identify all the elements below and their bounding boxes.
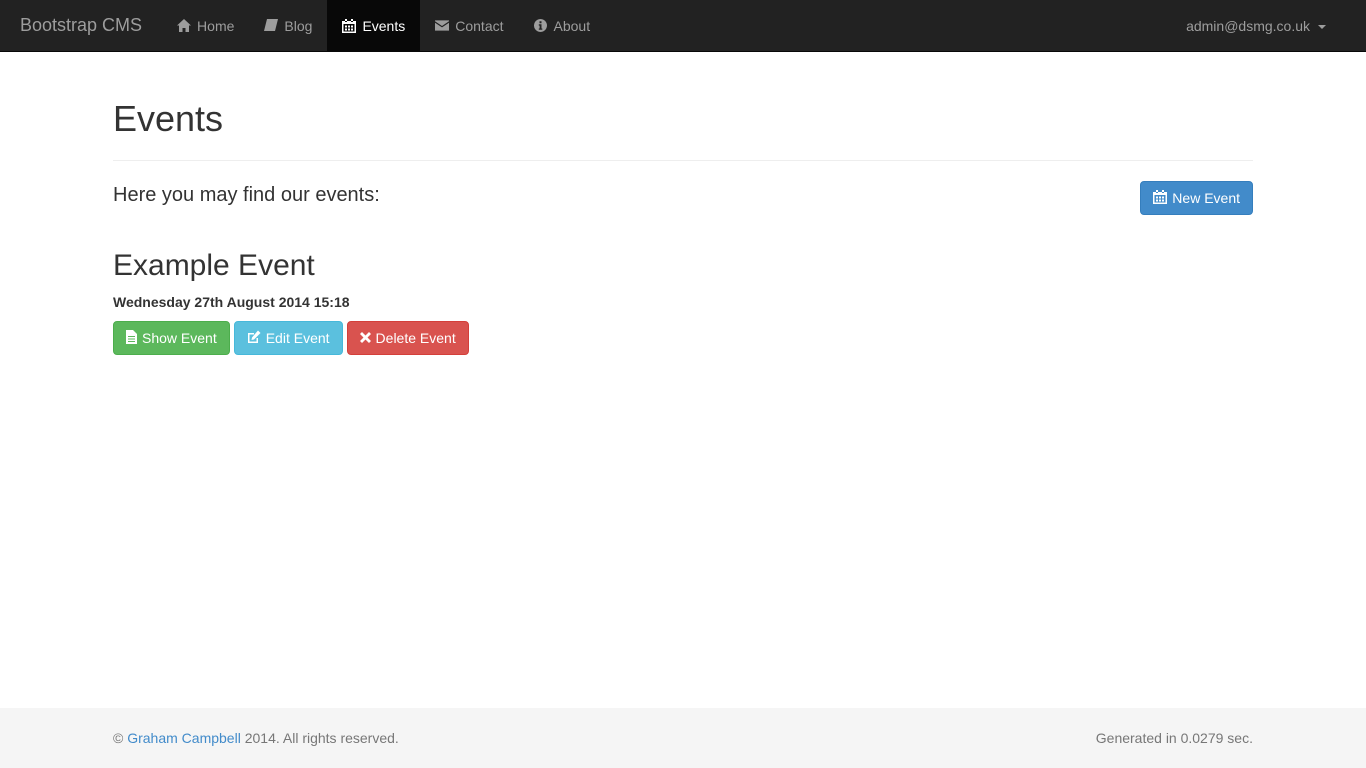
delete-event-label: Delete Event [375,330,456,346]
page-title: Events [113,98,224,139]
page-header: Events [113,52,1253,161]
delete-event-button[interactable]: Delete Event [346,321,469,355]
brand-link[interactable]: Bootstrap CMS [0,0,162,51]
nav-item-blog[interactable]: Blog [249,0,327,51]
edit-icon [247,330,261,347]
user-menu-dropdown[interactable]: admin@dsmg.co.uk [1171,0,1366,51]
calendar-icon [342,18,357,33]
nav-item-home[interactable]: Home [162,0,249,51]
main-content: Events Here you may find our events: New… [113,52,1253,355]
nav-item-label: Home [197,17,235,34]
footer-inner: © Graham Campbell 2014. All rights reser… [113,730,1253,746]
times-icon [359,330,371,346]
user-email: admin@dsmg.co.uk [1186,17,1310,34]
footer: © Graham Campbell 2014. All rights reser… [0,708,1366,768]
edit-event-button[interactable]: Edit Event [233,321,343,355]
event-actions: Show Event Edit Event Delete Event [113,321,1253,355]
caret-down-icon [1318,24,1326,29]
nav-item-label: Contact [455,17,504,34]
nav-item-label: Blog [284,17,313,34]
nav-item-label: About [553,17,591,34]
event-item: Example Event Wednesday 27th August 2014… [113,248,1253,355]
nav-item-label: Events [362,17,406,34]
copyright-text: © Graham Campbell 2014. All rights reser… [113,730,399,746]
main-nav: Home Blog Events Contact About [162,0,605,51]
nav-item-events[interactable]: Events [327,0,421,51]
nav-item-contact[interactable]: Contact [420,0,518,51]
navbar: Bootstrap CMS Home Blog Events Contact A… [0,0,1366,52]
event-date: Wednesday 27th August 2014 15:18 [113,294,350,310]
new-event-button[interactable]: New Event [1140,181,1253,215]
generated-time: Generated in 0.0279 sec. [1095,730,1253,746]
file-icon [126,329,137,347]
copyright-symbol: © [113,730,124,746]
author-link[interactable]: Graham Campbell [127,730,241,746]
intro-row: Here you may find our events: New Event [113,181,1253,215]
book-icon [264,19,279,33]
new-event-label: New Event [1172,190,1240,206]
info-circle-icon [534,19,548,33]
nav-item-about[interactable]: About [519,0,606,51]
envelope-icon [435,19,450,33]
show-event-button[interactable]: Show Event [113,321,230,355]
edit-event-label: Edit Event [265,330,330,346]
rights-text: 2014. All rights reserved. [244,730,399,746]
show-event-label: Show Event [142,330,217,346]
event-title: Example Event [113,249,315,282]
home-icon [177,19,192,33]
intro-text: Here you may find our events: [113,184,380,206]
calendar-icon [1153,189,1168,207]
